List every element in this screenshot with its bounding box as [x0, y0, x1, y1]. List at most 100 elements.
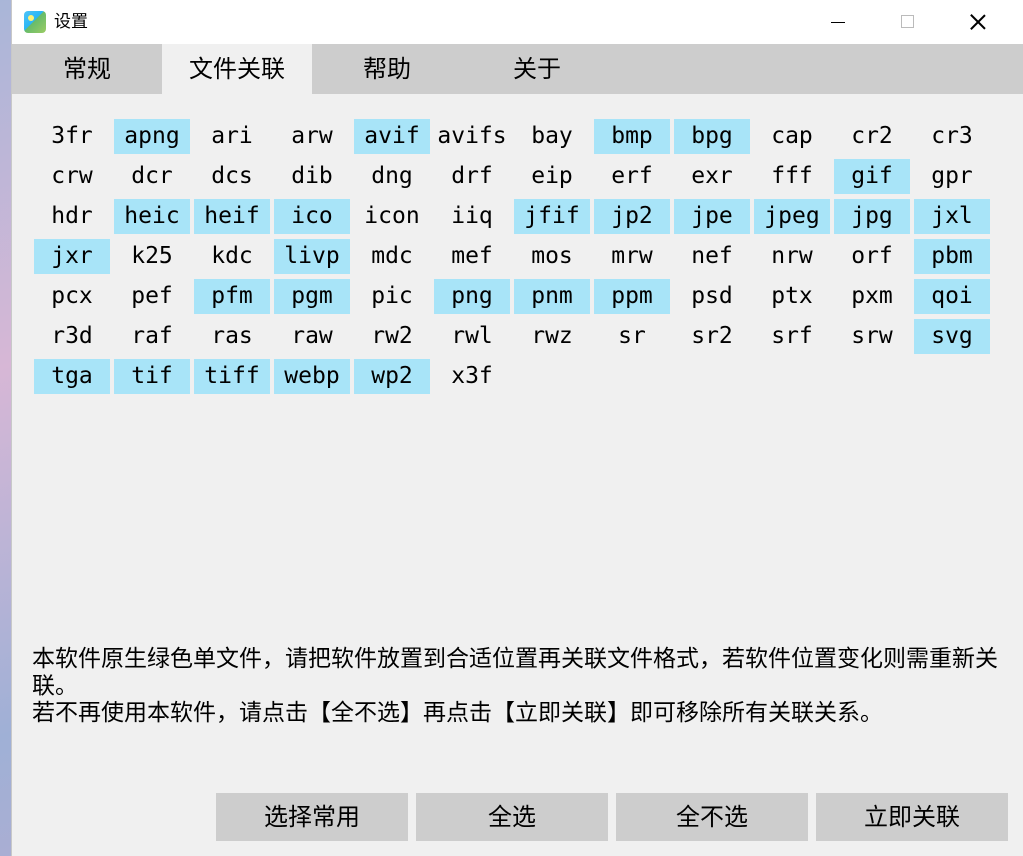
ext-item-png[interactable]: png: [434, 279, 510, 314]
ext-item-raf[interactable]: raf: [114, 319, 190, 354]
ext-item-mdc[interactable]: mdc: [354, 239, 430, 274]
close-button[interactable]: [943, 0, 1013, 44]
ext-item-rwl[interactable]: rwl: [434, 319, 510, 354]
ext-item-cap[interactable]: cap: [754, 119, 830, 154]
ext-item-wp2[interactable]: wp2: [354, 359, 430, 394]
ext-item-heic[interactable]: heic: [114, 199, 190, 234]
ext-item-erf[interactable]: erf: [594, 159, 670, 194]
tab-general[interactable]: 常规: [12, 44, 162, 94]
ext-item-webp[interactable]: webp: [274, 359, 350, 394]
ext-item-pef[interactable]: pef: [114, 279, 190, 314]
ext-item-nef[interactable]: nef: [674, 239, 750, 274]
ext-item-mos[interactable]: mos: [514, 239, 590, 274]
ext-item-sr2[interactable]: sr2: [674, 319, 750, 354]
ext-item-mef[interactable]: mef: [434, 239, 510, 274]
ext-item-fff[interactable]: fff: [754, 159, 830, 194]
ext-item-ico[interactable]: ico: [274, 199, 350, 234]
maximize-icon: [901, 15, 914, 28]
ext-item-nrw[interactable]: nrw: [754, 239, 830, 274]
tab-help[interactable]: 帮助: [312, 44, 462, 94]
ext-item-srw[interactable]: srw: [834, 319, 910, 354]
ext-item-r3d[interactable]: r3d: [34, 319, 110, 354]
ext-item-avifs[interactable]: avifs: [434, 119, 510, 154]
ext-item-kdc[interactable]: kdc: [194, 239, 270, 274]
window-title: 设置: [54, 12, 88, 32]
ext-item-bpg[interactable]: bpg: [674, 119, 750, 154]
ext-item-tif[interactable]: tif: [114, 359, 190, 394]
maximize-button[interactable]: [873, 0, 943, 44]
ext-item-ari[interactable]: ari: [194, 119, 270, 154]
info-line-1: 本软件原生绿色单文件，请把软件放置到合适位置再关联文件格式，若软件位置变化则需重…: [32, 646, 998, 699]
close-icon: [970, 14, 986, 30]
ext-item-ptx[interactable]: ptx: [754, 279, 830, 314]
ext-item-drf[interactable]: drf: [434, 159, 510, 194]
ext-item-apng[interactable]: apng: [114, 119, 190, 154]
ext-item-dng[interactable]: dng: [354, 159, 430, 194]
ext-item-gpr[interactable]: gpr: [914, 159, 990, 194]
select-none-button[interactable]: 全不选: [616, 793, 808, 841]
ext-item-rw2[interactable]: rw2: [354, 319, 430, 354]
ext-item-pbm[interactable]: pbm: [914, 239, 990, 274]
ext-item-livp[interactable]: livp: [274, 239, 350, 274]
ext-item-jfif[interactable]: jfif: [514, 199, 590, 234]
ext-item-jpg[interactable]: jpg: [834, 199, 910, 234]
ext-item-srf[interactable]: srf: [754, 319, 830, 354]
ext-item-icon[interactable]: icon: [354, 199, 430, 234]
ext-item-3fr[interactable]: 3fr: [34, 119, 110, 154]
ext-item-orf[interactable]: orf: [834, 239, 910, 274]
associate-now-button[interactable]: 立即关联: [816, 793, 1008, 841]
settings-window: 设置 常规 文件关联 帮助 关于 3fr apng ari arw avif avifs b…: [12, 0, 1023, 856]
ext-item-rwz[interactable]: rwz: [514, 319, 590, 354]
tab-about[interactable]: 关于: [462, 44, 612, 94]
ext-item-dcs[interactable]: dcs: [194, 159, 270, 194]
ext-item-crw[interactable]: crw: [34, 159, 110, 194]
ext-item-jpeg[interactable]: jpeg: [754, 199, 830, 234]
ext-item-gif[interactable]: gif: [834, 159, 910, 194]
association-info: 本软件原生绿色单文件，请把软件放置到合适位置再关联文件格式，若软件位置变化则需重…: [32, 646, 1007, 727]
ext-item-psd[interactable]: psd: [674, 279, 750, 314]
app-image-icon: [24, 11, 46, 33]
ext-item-eip[interactable]: eip: [514, 159, 590, 194]
select-all-button[interactable]: 全选: [416, 793, 608, 841]
ext-item-mrw[interactable]: mrw: [594, 239, 670, 274]
ext-item-bay[interactable]: bay: [514, 119, 590, 154]
ext-item-dcr[interactable]: dcr: [114, 159, 190, 194]
ext-item-pxm[interactable]: pxm: [834, 279, 910, 314]
tab-file-association[interactable]: 文件关联: [162, 44, 312, 94]
ext-item-x3f[interactable]: x3f: [434, 359, 510, 394]
ext-item-pfm[interactable]: pfm: [194, 279, 270, 314]
ext-item-jpe[interactable]: jpe: [674, 199, 750, 234]
ext-item-raw[interactable]: raw: [274, 319, 350, 354]
ext-item-jxr[interactable]: jxr: [34, 239, 110, 274]
ext-item-exr[interactable]: exr: [674, 159, 750, 194]
ext-item-pgm[interactable]: pgm: [274, 279, 350, 314]
ext-item-pcx[interactable]: pcx: [34, 279, 110, 314]
title-bar[interactable]: 设置: [12, 0, 1023, 44]
ext-item-tiff[interactable]: tiff: [194, 359, 270, 394]
ext-item-sr[interactable]: sr: [594, 319, 670, 354]
ext-item-svg[interactable]: svg: [914, 319, 990, 354]
ext-item-cr2[interactable]: cr2: [834, 119, 910, 154]
ext-item-jp2[interactable]: jp2: [594, 199, 670, 234]
ext-item-tga[interactable]: tga: [34, 359, 110, 394]
ext-item-qoi[interactable]: qoi: [914, 279, 990, 314]
ext-item-avif[interactable]: avif: [354, 119, 430, 154]
ext-item-hdr[interactable]: hdr: [34, 199, 110, 234]
minimize-icon: [831, 22, 845, 23]
ext-item-ppm[interactable]: ppm: [594, 279, 670, 314]
ext-item-ras[interactable]: ras: [194, 319, 270, 354]
select-common-button[interactable]: 选择常用: [216, 793, 408, 841]
info-line-2: 若不再使用本软件，请点击【全不选】再点击【立即关联】即可移除所有关联关系。: [32, 700, 883, 726]
ext-item-iiq[interactable]: iiq: [434, 199, 510, 234]
ext-item-k25[interactable]: k25: [114, 239, 190, 274]
ext-item-pnm[interactable]: pnm: [514, 279, 590, 314]
ext-item-dib[interactable]: dib: [274, 159, 350, 194]
ext-item-pic[interactable]: pic: [354, 279, 430, 314]
ext-item-jxl[interactable]: jxl: [914, 199, 990, 234]
ext-item-heif[interactable]: heif: [194, 199, 270, 234]
ext-item-arw[interactable]: arw: [274, 119, 350, 154]
ext-item-cr3[interactable]: cr3: [914, 119, 990, 154]
ext-item-bmp[interactable]: bmp: [594, 119, 670, 154]
minimize-button[interactable]: [803, 0, 873, 44]
tab-bar: 常规 文件关联 帮助 关于: [12, 44, 1023, 94]
